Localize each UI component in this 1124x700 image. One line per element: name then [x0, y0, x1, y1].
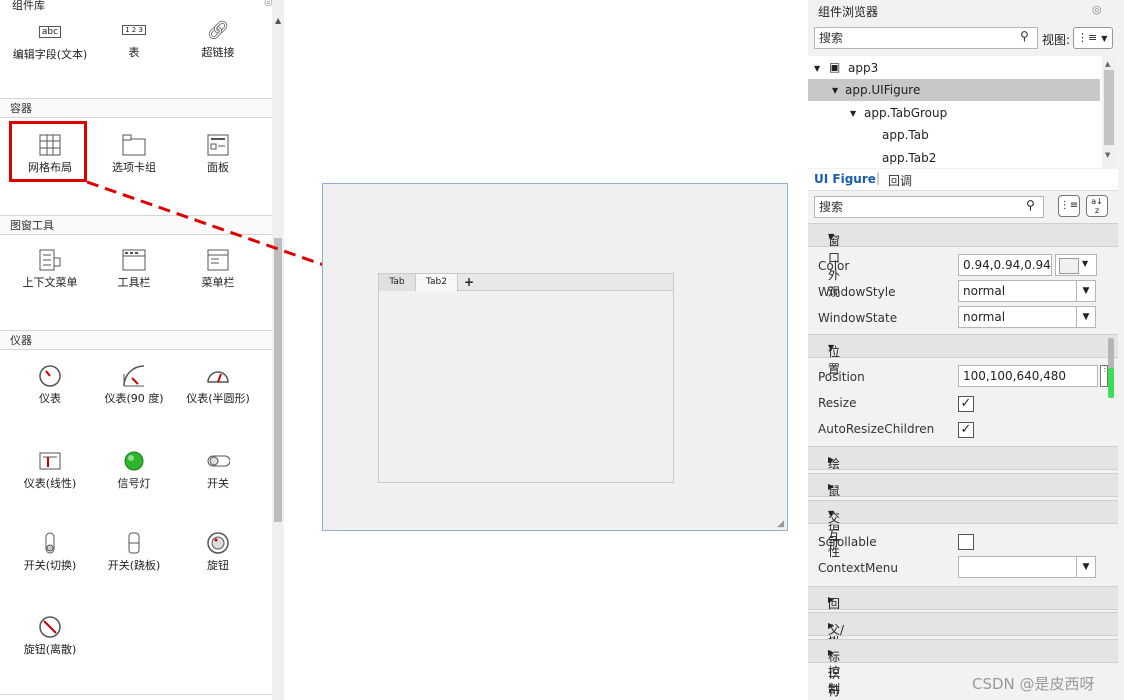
prop-position-label: Position [818, 370, 865, 384]
sort-alpha-icon[interactable]: a↓ z [1086, 195, 1108, 217]
prop-contextmenu-label: ContextMenu [818, 561, 898, 575]
collapse-icon[interactable]: ◎ [1092, 3, 1102, 16]
expand-icon[interactable]: ▼ [850, 109, 856, 118]
group-callback-control[interactable]: ▶ 回调执行控制 [808, 586, 1118, 696]
prop-autoresize-label: AutoResizeChildren [818, 422, 935, 436]
chevron-down-icon[interactable]: ▼ [1076, 556, 1096, 578]
view-label: 视图: [1042, 33, 1071, 47]
tree-item-uifigure[interactable]: app.UIFigure [845, 83, 920, 97]
prop-resize-checkbox[interactable]: ✓ [958, 396, 974, 412]
group-identifiers[interactable]: ▶ 标识符 [808, 639, 1118, 698]
group-interactivity[interactable]: ▼ 交互性 [808, 500, 1118, 559]
prop-scrollable-label: Scrollable [818, 535, 877, 549]
group-position[interactable]: ▼ 位置 [808, 334, 1118, 376]
tab-callbacks[interactable]: 回调 [888, 172, 912, 189]
tree-item-tab2[interactable]: app.Tab2 [882, 151, 936, 165]
group-plotting[interactable]: ▶ 绘图 [808, 446, 1118, 488]
add-tab-button[interactable]: + [458, 274, 480, 291]
view-selector[interactable]: ⋮≡ ▼ [1073, 27, 1113, 49]
prop-color-input[interactable]: 0.94,0.94,0.94 [958, 254, 1052, 276]
prop-resize-label: Resize [818, 396, 857, 410]
group-parent-child[interactable]: ▶ 父/子 [808, 612, 1118, 654]
prop-windowstate-select[interactable]: normal [958, 306, 1078, 328]
tab-1[interactable]: Tab [379, 274, 416, 291]
chevron-down-icon: ▼ [1082, 259, 1089, 268]
prop-contextmenu-select[interactable] [958, 556, 1078, 578]
tab-separator: | [876, 171, 881, 185]
tree-view-icon: ⋮≡ [1077, 31, 1098, 44]
tree-item-tabgroup[interactable]: app.TabGroup [864, 106, 947, 120]
tree-item-tab[interactable]: app.Tab [882, 128, 929, 142]
prop-position-input[interactable]: 100,100,640,480 [958, 365, 1098, 387]
tab-2[interactable]: Tab2 [416, 274, 458, 292]
prop-windowstate-label: WindowState [818, 311, 898, 325]
app-icon: ▣ [829, 60, 841, 74]
prop-windowstyle-label: WindowStyle [818, 285, 896, 299]
chevron-down-icon: ▼ [1101, 34, 1108, 43]
scroll-down-icon[interactable]: ▼ [1105, 151, 1110, 159]
watermark: CSDN @是皮西呀 [972, 675, 1095, 693]
tab-group[interactable]: Tab Tab2 + [378, 273, 674, 483]
prop-autoresize-checkbox[interactable]: ✓ [958, 422, 974, 438]
browser-header: 组件浏览器 [818, 5, 879, 19]
prop-scrollable-checkbox[interactable] [958, 534, 974, 550]
scroll-up-icon[interactable]: ▲ [1105, 60, 1110, 68]
prop-color-label: Color [818, 259, 850, 273]
property-search-input[interactable]: 搜索 [814, 196, 1044, 218]
component-tree: ▼ ▣ app3 ▼ app.UIFigure ▼ app.TabGroup a… [808, 56, 1116, 168]
color-picker[interactable]: ▼ [1055, 254, 1097, 276]
inspector-scroll-indicator [1108, 368, 1114, 398]
color-swatch [1059, 258, 1079, 274]
expand-icon[interactable]: ▼ [814, 64, 820, 73]
resize-grip-icon[interactable]: ◢ [777, 519, 784, 529]
right-panel: 组件浏览器 ◎ 搜索 ⚲ 视图: ⋮≡ ▼ ▼ ▣ app3 ▼ app.UIFi… [808, 0, 1124, 700]
group-mouse-pointer[interactable]: ▶ 鼠标指针 [808, 473, 1118, 549]
group-appearance[interactable]: ▼ 窗口外观 [808, 223, 1118, 299]
chevron-down-icon[interactable]: ▼ [1076, 280, 1096, 302]
browser-search-input[interactable]: 搜索 [814, 27, 1038, 49]
inspector-tabbar: UI Figure | 回调 [808, 169, 1118, 191]
search-icon[interactable]: ⚲ [1026, 198, 1035, 212]
prop-windowstyle-select[interactable]: normal [958, 280, 1078, 302]
more-options-icon[interactable]: ⋮ [1100, 365, 1109, 387]
chevron-down-icon[interactable]: ▼ [1076, 306, 1096, 328]
group-view-icon[interactable]: ⋮≡ [1058, 195, 1080, 217]
tree-scroll-thumb[interactable] [1104, 70, 1114, 145]
search-icon[interactable]: ⚲ [1020, 29, 1029, 43]
expand-icon[interactable]: ▼ [832, 86, 838, 95]
tree-item-app[interactable]: app3 [848, 61, 878, 75]
tab-properties[interactable]: UI Figure [814, 172, 876, 186]
